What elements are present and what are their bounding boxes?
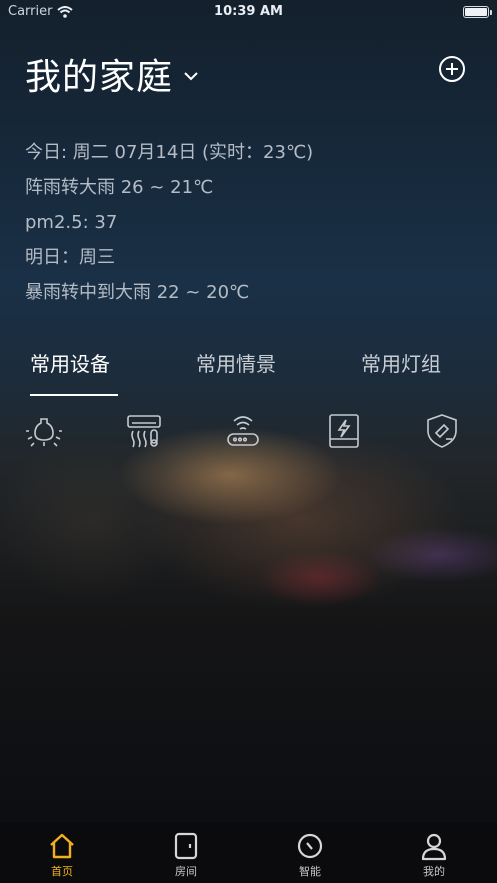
router-icon[interactable]	[225, 413, 261, 449]
tabbar-label-mine: 我的	[423, 865, 445, 878]
add-circle-icon[interactable]	[438, 55, 466, 83]
weather-panel: 今日: 周二 07月14日 (实时：23℃) 阵雨转大雨 26 ~ 21℃ pm…	[25, 138, 313, 313]
tab-common-devices[interactable]: 常用设备	[30, 348, 110, 377]
tabbar-item-smart[interactable]: 智能	[275, 831, 345, 879]
weather-today: 今日: 周二 07月14日 (实时：23℃)	[25, 142, 314, 163]
battery-icon	[463, 6, 492, 18]
home-selector[interactable]: 我的家庭	[25, 48, 199, 100]
weather-today-condition: 阵雨转大雨 26 ~ 21℃	[25, 177, 214, 198]
door-icon	[174, 832, 198, 860]
tabbar-item-mine[interactable]: 我的	[399, 831, 469, 879]
chevron-down-icon	[184, 72, 198, 81]
status-bar: Carrier 10:39 AM	[0, 0, 497, 24]
tabbar-label-home: 首页	[51, 865, 73, 878]
tabbar-item-home[interactable]: 首页	[27, 831, 97, 879]
page-title: 我的家庭	[25, 57, 174, 98]
tab-common-light-groups[interactable]: 常用灯组	[361, 348, 441, 377]
weather-tomorrow: 明日：周三	[25, 247, 115, 268]
tabbar-label-room: 房间	[175, 865, 197, 878]
tab-common-scenes[interactable]: 常用情景	[196, 348, 276, 377]
device-icons-row	[0, 413, 497, 453]
air-conditioner-icon[interactable]	[126, 413, 162, 449]
tabbar-label-smart: 智能	[299, 865, 321, 878]
weather-pm25: pm2.5: 37	[25, 212, 118, 233]
bottom-tab-bar: 首页 房间 智能 我的	[0, 823, 497, 883]
home-icon	[50, 833, 74, 859]
weather-tomorrow-condition: 暴雨转中到大雨 22 ~ 20℃	[25, 282, 250, 303]
light-bulb-icon[interactable]	[26, 413, 62, 449]
tabbar-item-room[interactable]: 房间	[151, 831, 221, 879]
timer-icon	[297, 833, 323, 859]
category-tabs: 常用设备 常用情景 常用灯组	[0, 348, 497, 398]
power-panel-icon[interactable]	[326, 413, 362, 449]
status-time: 10:39 AM	[214, 4, 283, 19]
profile-icon	[421, 833, 447, 861]
security-shield-icon[interactable]	[424, 413, 460, 449]
active-tab-indicator	[30, 394, 118, 396]
